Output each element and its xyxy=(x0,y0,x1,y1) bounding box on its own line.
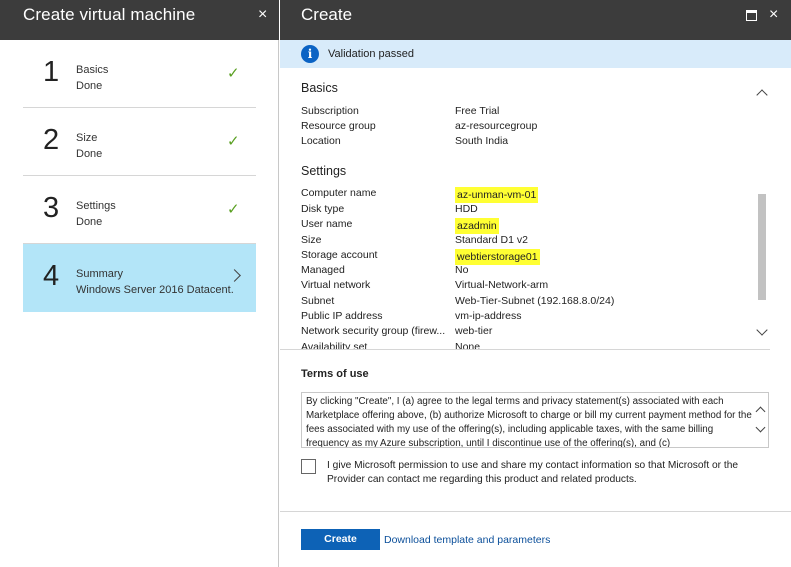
consent-checkbox[interactable] xyxy=(301,459,316,474)
summary-row: Location South India xyxy=(301,135,761,150)
terms-text: By clicking "Create", I (a) agree to the… xyxy=(306,396,752,448)
row-key: Subscription xyxy=(301,105,359,117)
row-value: webtierstorage01 xyxy=(455,249,540,265)
row-value: Standard D1 v2 xyxy=(455,234,528,246)
validation-banner: i Validation passed xyxy=(280,40,791,68)
step-name: Summary xyxy=(76,268,124,280)
row-key: User name xyxy=(301,218,353,230)
summary-row: Availability set None xyxy=(301,341,761,350)
summary-panel: Basics Subscription Free Trial Resource … xyxy=(280,68,770,350)
step-status: Done xyxy=(76,148,103,160)
download-template-link[interactable]: Download template and parameters xyxy=(384,534,550,546)
chevron-down-icon[interactable] xyxy=(755,422,766,433)
step-status: Done xyxy=(76,80,103,92)
check-icon: ✓ xyxy=(227,65,240,82)
validation-message: Validation passed xyxy=(328,48,415,60)
row-key: Public IP address xyxy=(301,310,383,322)
row-value: No xyxy=(455,264,469,276)
create-button[interactable]: Create xyxy=(301,529,380,550)
row-key: Managed xyxy=(301,264,345,276)
summary-row: Computer name az-unman-vm-01 xyxy=(301,187,761,203)
row-value: None xyxy=(455,341,481,350)
row-key: Computer name xyxy=(301,187,377,199)
summary-scrollbar[interactable] xyxy=(756,82,768,350)
row-value: HDD xyxy=(455,203,478,215)
step-name: Basics xyxy=(76,64,109,76)
blade-title: Create xyxy=(301,5,353,24)
summary-row: Virtual network Virtual-Network-arm xyxy=(301,279,761,294)
row-key: Subnet xyxy=(301,295,335,307)
section-title-basics: Basics xyxy=(301,81,338,95)
row-value: Free Trial xyxy=(455,105,500,117)
summary-row: Network security group (firew... web-tie… xyxy=(301,325,761,340)
step-status: Windows Server 2016 Datacent... xyxy=(76,284,233,296)
row-key: Resource group xyxy=(301,120,376,132)
terms-title: Terms of use xyxy=(301,368,369,380)
chevron-right-icon xyxy=(228,269,241,282)
terms-box[interactable]: By clicking "Create", I (a) agree to the… xyxy=(301,392,769,448)
row-value: web-tier xyxy=(455,325,493,337)
scrollbar-thumb[interactable] xyxy=(758,194,766,300)
step-number: 4 xyxy=(43,260,60,292)
row-key: Disk type xyxy=(301,203,345,215)
summary-row: Disk type HDD xyxy=(301,203,761,218)
chevron-up-icon[interactable] xyxy=(756,89,768,101)
section-title-settings: Settings xyxy=(301,164,347,178)
summary-row: Managed No xyxy=(301,264,761,279)
row-key: Virtual network xyxy=(301,279,371,291)
row-key: Network security group (firew... xyxy=(301,325,446,337)
step-number: 1 xyxy=(43,56,60,88)
blade-header: Create × xyxy=(280,0,791,40)
maximize-icon[interactable] xyxy=(746,10,757,21)
row-key: Location xyxy=(301,135,341,147)
summary-row: Subscription Free Trial xyxy=(301,105,761,120)
step-status: Done xyxy=(76,216,103,228)
row-key: Availability set xyxy=(301,341,368,350)
row-value: South India xyxy=(455,135,509,147)
summary-row: Storage account webtierstorage01 xyxy=(301,249,761,265)
chevron-up-icon[interactable] xyxy=(755,406,766,417)
check-icon: ✓ xyxy=(227,133,240,150)
row-value: azadmin xyxy=(455,218,499,234)
summary-row: Size Standard D1 v2 xyxy=(301,234,761,249)
step-name: Settings xyxy=(76,200,116,212)
step-summary[interactable]: 4 Summary Windows Server 2016 Datacent..… xyxy=(23,244,256,312)
create-summary-blade: Create × i Validation passed Basics Subs… xyxy=(280,0,791,567)
row-key: Storage account xyxy=(301,249,378,261)
step-number: 3 xyxy=(43,192,60,224)
chevron-down-icon[interactable] xyxy=(756,324,768,336)
check-icon: ✓ xyxy=(227,201,240,218)
step-number: 2 xyxy=(43,124,60,156)
row-value: vm-ip-address xyxy=(455,310,522,322)
consent-label: I give Microsoft permission to use and s… xyxy=(327,460,739,485)
blade-title: Create virtual machine xyxy=(23,5,196,24)
row-value: az-unman-vm-01 xyxy=(455,187,539,203)
row-value: Virtual-Network-arm xyxy=(455,279,549,291)
create-vm-blade: Create virtual machine × 1 Basics Done ✓… xyxy=(0,0,279,567)
summary-row: Subnet Web-Tier-Subnet (192.168.8.0/24) xyxy=(301,295,761,310)
step-size[interactable]: 2 Size Done ✓ xyxy=(23,108,256,176)
wizard-steps: 1 Basics Done ✓ 2 Size Done ✓ 3 Settings… xyxy=(23,40,256,312)
summary-row: User name azadmin xyxy=(301,218,761,234)
row-value: az-resourcegroup xyxy=(455,120,538,132)
blade-header: Create virtual machine × xyxy=(0,0,279,40)
info-icon: i xyxy=(301,45,319,63)
close-icon[interactable]: × xyxy=(258,6,267,24)
step-basics[interactable]: 1 Basics Done ✓ xyxy=(23,40,256,108)
row-key: Size xyxy=(301,234,322,246)
step-name: Size xyxy=(76,132,98,144)
summary-row: Public IP address vm-ip-address xyxy=(301,310,761,325)
summary-row: Resource group az-resourcegroup xyxy=(301,120,761,135)
step-settings[interactable]: 3 Settings Done ✓ xyxy=(23,176,256,244)
row-value: Web-Tier-Subnet (192.168.8.0/24) xyxy=(455,295,615,307)
footer-divider xyxy=(280,511,791,512)
close-icon[interactable]: × xyxy=(769,6,778,24)
